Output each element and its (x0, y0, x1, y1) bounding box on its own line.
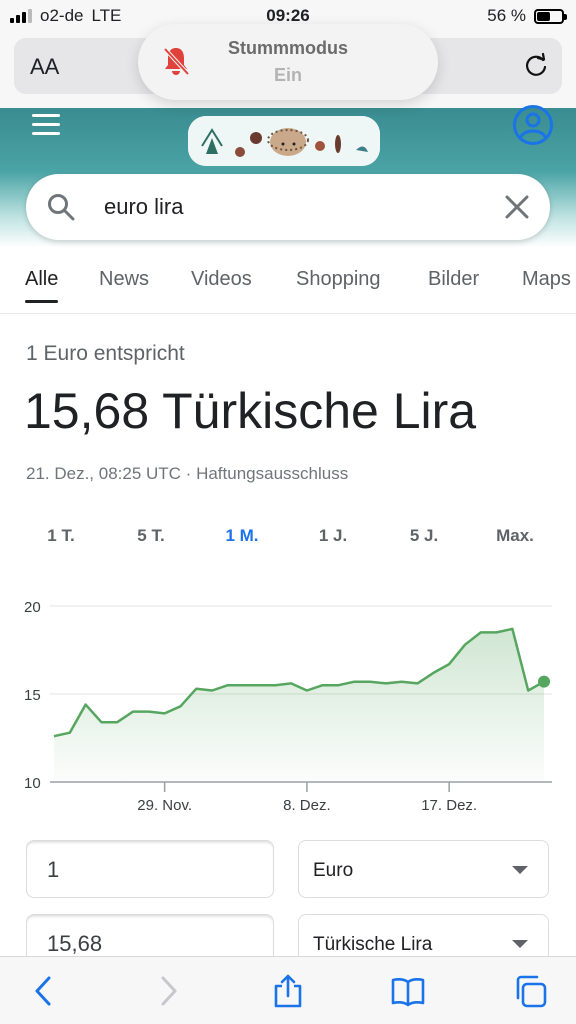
range-1-year[interactable]: 1 J. (303, 526, 363, 546)
exchange-rate-chart[interactable]: 20 15 10 29. Nov. 8. Dez. 17. Dez. (0, 590, 576, 820)
toast-state: Ein (273, 65, 302, 85)
range-5-years[interactable]: 5 J. (394, 526, 454, 546)
account-icon[interactable] (512, 104, 554, 146)
y-tick-label: 10 (24, 775, 41, 792)
x-tick-label: 29. Nov. (137, 797, 192, 814)
search-tabs: Alle News Videos Shopping Bilder Maps (0, 262, 576, 314)
toast-title: Stummmodus (227, 38, 348, 58)
mute-toast: Stummmodus Ein (138, 24, 438, 100)
text-size-label: AA (30, 54, 60, 79)
series-area (54, 628, 544, 782)
reload-icon[interactable] (522, 52, 550, 80)
amount-from-input[interactable]: 1 (26, 840, 274, 898)
bookmarks-icon[interactable] (390, 973, 426, 1009)
timestamp-disclaimer: 21. Dez., 08:25 UTC · Haftungsausschluss (26, 464, 349, 483)
equivalent-label: 1 Euro entspricht (26, 342, 185, 365)
search-box[interactable]: euro lira (26, 174, 550, 240)
tab-maps[interactable]: Maps (522, 268, 571, 291)
menu-icon[interactable] (32, 114, 60, 141)
currency-from-select[interactable]: Euro (298, 840, 549, 898)
y-tick-label: 15 (24, 687, 41, 704)
currency-to-value: Türkische Lira (313, 934, 433, 955)
text-size-button[interactable]: AA (30, 54, 59, 80)
search-icon[interactable] (46, 192, 76, 222)
y-tick-label: 20 (24, 599, 41, 616)
tab-bilder[interactable]: Bilder (428, 268, 479, 291)
battery-icon (534, 8, 567, 24)
tab-videos[interactable]: Videos (191, 268, 252, 291)
range-1-day[interactable]: 1 T. (31, 526, 91, 546)
amount-from-value: 1 (47, 857, 60, 882)
search-input[interactable]: euro lira (104, 194, 183, 220)
x-tick-label: 8. Dez. (283, 797, 331, 814)
tabs-icon[interactable] (512, 973, 548, 1009)
chevron-down-icon (512, 940, 528, 948)
conversion-result: 15,68 Türkische Lira (24, 383, 477, 439)
chevron-down-icon (512, 866, 528, 874)
range-1-month[interactable]: 1 M. (212, 526, 272, 546)
back-icon[interactable] (26, 973, 62, 1009)
clear-icon[interactable] (504, 194, 530, 220)
currency-from-value: Euro (313, 860, 354, 881)
tab-news[interactable]: News (99, 268, 149, 291)
range-max[interactable]: Max. (485, 526, 545, 546)
tab-alle[interactable]: Alle (25, 268, 59, 303)
current-value-point (538, 675, 550, 688)
share-icon[interactable] (270, 973, 306, 1009)
battery-percent: 56 % (487, 6, 526, 25)
google-doodle[interactable] (188, 116, 380, 166)
x-tick-label: 17. Dez. (421, 797, 477, 814)
forward-icon[interactable] (150, 973, 186, 1009)
range-5-days[interactable]: 5 T. (121, 526, 181, 546)
screen: o2-de LTE 09:26 56 % AA Stummmodus Ein e… (0, 0, 576, 1024)
browser-toolbar (0, 956, 576, 1024)
amount-to-value: 15,68 (47, 931, 103, 956)
tab-shopping[interactable]: Shopping (296, 268, 381, 291)
range-selector: 1 T. 5 T. 1 M. 1 J. 5 J. Max. (0, 526, 576, 556)
bell-slash-icon (163, 47, 190, 76)
